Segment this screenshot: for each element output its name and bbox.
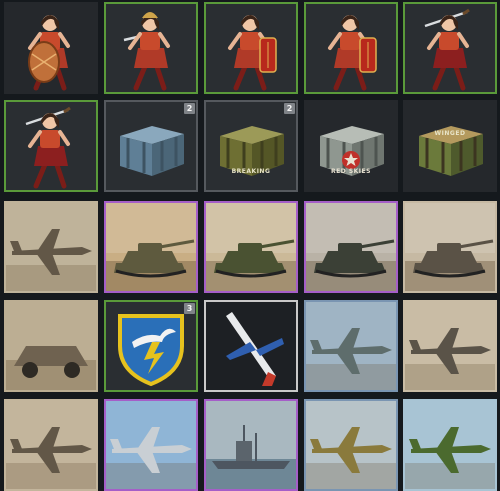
item-photo (106, 401, 196, 489)
inventory-item-photo-tank-sepia[interactable] (403, 201, 497, 293)
crate-icon (120, 126, 184, 176)
inventory-item-photo-ship[interactable] (204, 399, 298, 491)
inventory-item-photo-plane-corsair[interactable] (403, 300, 497, 392)
inventory-item-photo-plane-sepia[interactable] (4, 201, 98, 293)
inventory-item-decal-warrior-sword[interactable] (4, 100, 98, 192)
inventory-item-photo-plane-sky[interactable] (104, 399, 198, 491)
crate-icon (320, 126, 384, 176)
warrior-figure-icon (25, 106, 71, 189)
crate-icon (220, 126, 284, 176)
item-photo (405, 401, 495, 489)
warrior-figure-icon (28, 15, 70, 91)
crate-label: RED SKIES (331, 168, 371, 175)
inventory-item-decal-jet-white[interactable] (204, 300, 298, 392)
inventory-item-decal-warrior-sword[interactable] (403, 2, 497, 94)
item-photo (306, 302, 396, 390)
item-photo (206, 401, 296, 489)
lightning-emblem-icon (118, 314, 184, 387)
item-photo (106, 203, 196, 291)
inventory-item-crate-green[interactable]: BREAKING 2 (204, 100, 298, 192)
inventory-item-photo-car-sepia[interactable] (4, 300, 98, 392)
item-photo (306, 401, 396, 489)
warrior-figure-icon (328, 15, 377, 91)
item-photo (206, 203, 296, 291)
inventory-item-photo-jet-phantom[interactable] (304, 300, 398, 392)
inventory-item-decal-warrior-shield-red[interactable] (204, 2, 298, 94)
item-photo (405, 302, 495, 390)
inventory-item-photo-tank-green[interactable] (204, 201, 298, 293)
jet-icon (206, 302, 296, 390)
item-photo (405, 203, 495, 291)
inventory-item-decal-warrior-shield-red[interactable] (304, 2, 398, 94)
item-photo (6, 302, 96, 390)
warrior-figure-icon (228, 15, 277, 91)
inventory-item-photo-tank-desert[interactable] (104, 201, 198, 293)
crate-label: BREAKING (231, 168, 271, 175)
inventory-item-decal-warrior-shield[interactable] (4, 2, 98, 94)
warrior-figure-icon (123, 12, 170, 91)
item-photo (306, 203, 396, 291)
inventory-item-photo-plane-sepia2[interactable] (4, 399, 98, 491)
item-photo (6, 203, 96, 291)
item-count-badge: 2 (184, 103, 195, 114)
inventory-item-photo-jet-green[interactable] (403, 399, 497, 491)
inventory-grid: 2 BREAKING 2 RED SKIES WINGED 3 (0, 0, 500, 491)
crate-label: WINGED (434, 130, 466, 137)
crate-icon (419, 126, 483, 176)
inventory-item-photo-tank-dark[interactable] (304, 201, 398, 293)
item-count-badge: 3 (184, 303, 195, 314)
warrior-figure-icon (424, 8, 470, 91)
item-count-badge: 2 (284, 103, 295, 114)
inventory-item-crate-winged[interactable]: WINGED (403, 100, 497, 192)
inventory-item-decal-warrior-helmet[interactable] (104, 2, 198, 94)
item-photo (6, 401, 96, 489)
inventory-item-crate-steel[interactable]: 2 (104, 100, 198, 192)
inventory-item-crate-redskies[interactable]: RED SKIES (304, 100, 398, 192)
inventory-item-photo-plane-camo[interactable] (304, 399, 398, 491)
inventory-item-decal-emblem-blue[interactable]: 3 (104, 300, 198, 392)
